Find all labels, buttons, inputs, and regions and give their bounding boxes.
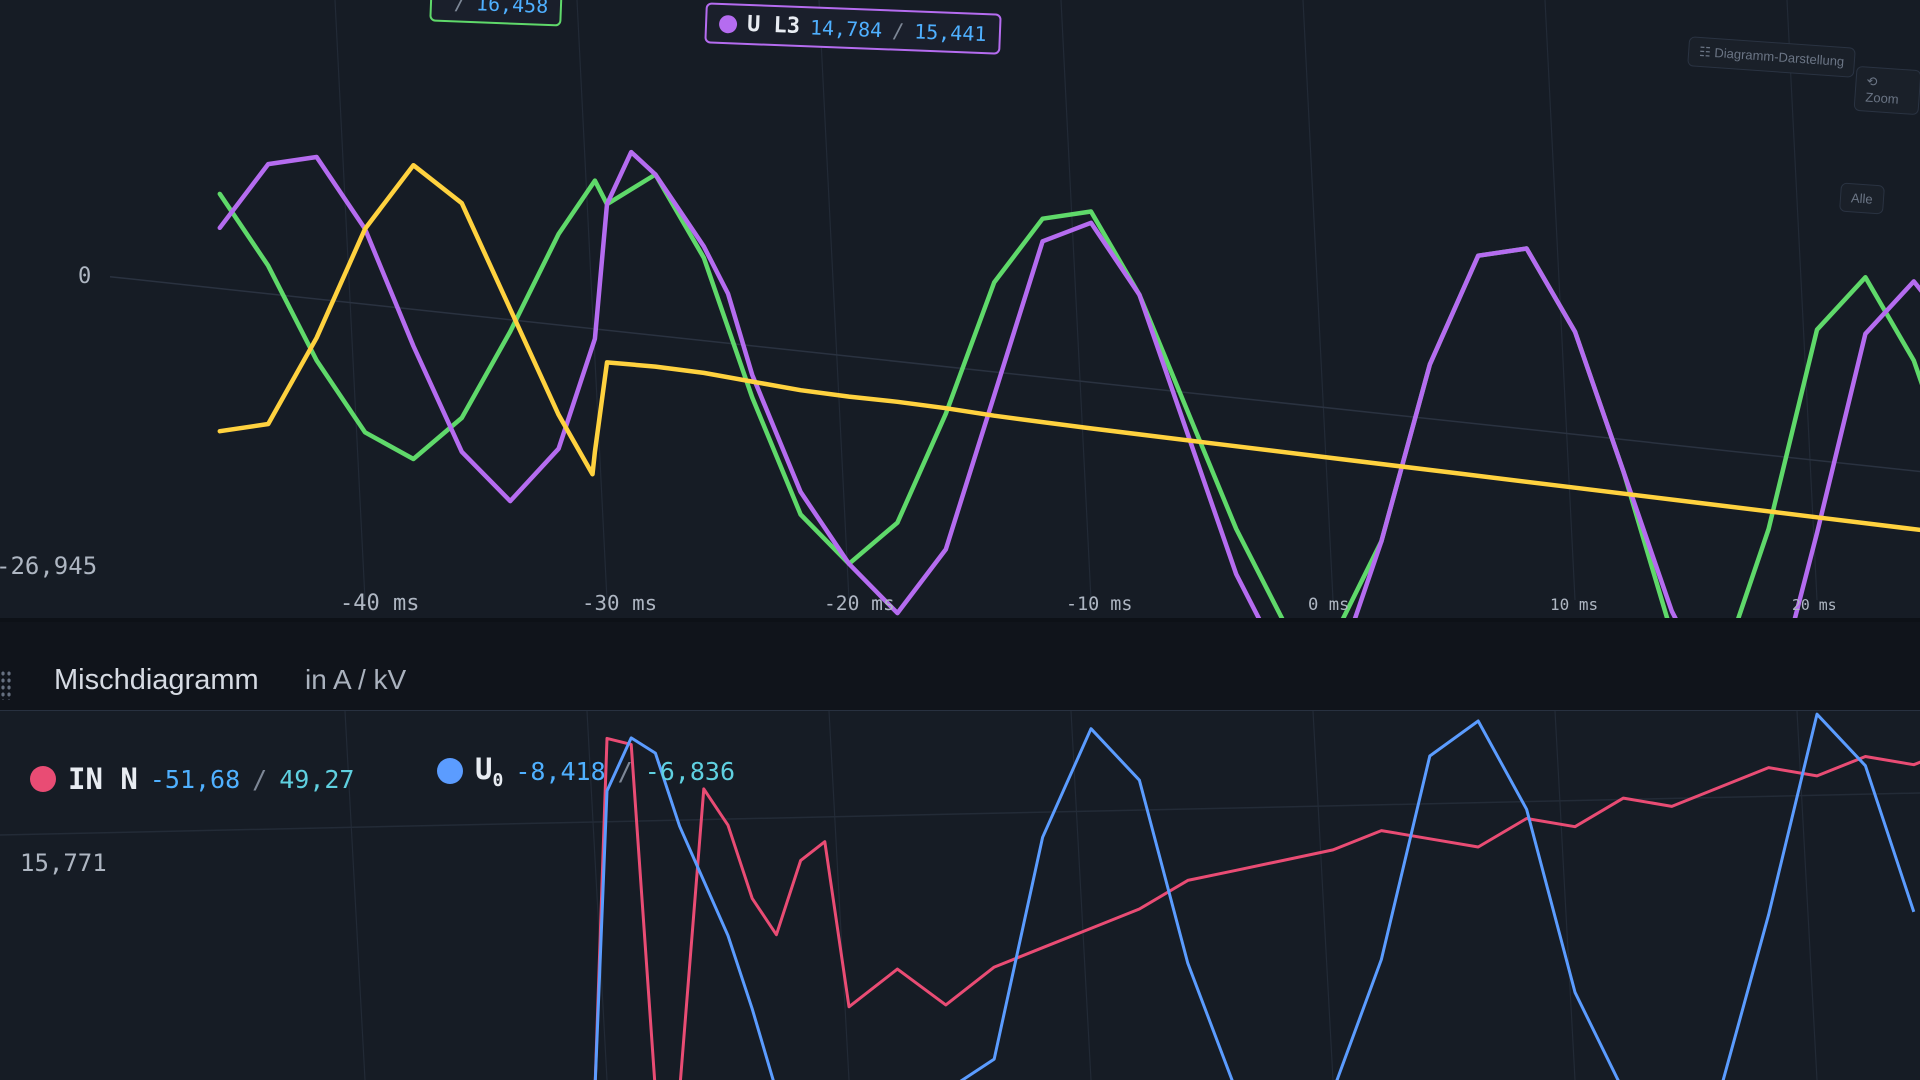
display-mode-icon: ☷ xyxy=(1698,43,1715,60)
legend-u0-min: -8,418 xyxy=(515,756,606,786)
v-grid-line xyxy=(1796,711,1818,1080)
series-line-in-n xyxy=(593,736,1920,1080)
x-tick-label: -20 ms xyxy=(824,592,895,615)
all-button[interactable]: Alle xyxy=(1839,182,1885,215)
x-tick-label: 10 ms xyxy=(1550,595,1598,614)
v-grid-line xyxy=(818,0,850,601)
zoom-button[interactable]: ⟲ Zoom xyxy=(1853,65,1920,116)
series-line-1 xyxy=(217,149,1920,618)
v-grid-line xyxy=(1786,0,1818,601)
x-tick-label: -40 ms xyxy=(340,591,419,616)
all-label: Alle xyxy=(1850,190,1874,207)
mixed-chart-title: Mischdiagramm xyxy=(54,664,259,696)
y-tick-label-min: -26,945 xyxy=(0,552,97,580)
legend-u0-letter: U xyxy=(475,752,493,786)
v-grid-line xyxy=(576,0,608,601)
voltage-chart-grid xyxy=(109,0,1920,601)
legend-u0[interactable]: U0 -8,418 / -6,836 xyxy=(437,752,735,791)
legend-in-n-sep: / xyxy=(252,764,268,794)
mixed-chart-unit: in A / kV xyxy=(305,664,407,695)
legend-u0-label: U0 xyxy=(475,752,503,791)
drag-handle-icon[interactable] xyxy=(0,670,12,700)
v-grid-line xyxy=(334,0,366,601)
v-grid-line xyxy=(1312,711,1334,1080)
x-tick-label: -30 ms xyxy=(582,591,657,615)
zoom-label: Zoom xyxy=(1864,89,1900,107)
x-tick-label: 20 ms xyxy=(1792,597,1837,614)
v-grid-line xyxy=(1554,711,1576,1080)
voltage-chart: -40 ms-30 ms-20 ms-10 ms0 ms10 ms20 ms30… xyxy=(0,0,1920,618)
v-grid-line xyxy=(1060,0,1092,601)
legend-green-max: 16,458 xyxy=(475,0,549,18)
x-tick-label: -10 ms xyxy=(1066,594,1132,615)
x-tick-label: 0 ms xyxy=(1308,595,1349,615)
y-tick-label-zero: 0 xyxy=(78,264,91,289)
legend-in-n-max: 49,27 xyxy=(279,764,355,794)
mixed-chart-series xyxy=(593,712,1920,1080)
zoom-icon: ⟲ xyxy=(1866,73,1879,90)
legend-in-n[interactable]: IN N -51,68 / 49,27 xyxy=(30,762,354,796)
legend-u-l3-min: 14,784 xyxy=(809,14,883,42)
legend-u-l3-sep: / xyxy=(891,18,905,43)
legend-green-sep: / xyxy=(453,0,467,15)
mixed-chart-header xyxy=(0,622,1920,711)
series-line-2 xyxy=(217,162,1920,533)
series-line-0 xyxy=(217,172,1920,618)
y-tick-label-max: 15,771 xyxy=(20,849,107,877)
voltage-chart-series xyxy=(217,149,1920,618)
legend-u-l3-label: U L3 xyxy=(746,11,801,39)
v-grid-line xyxy=(1544,0,1576,601)
legend-in-n-label: IN N xyxy=(68,762,138,796)
series-line-u0 xyxy=(593,712,1916,1080)
display-mode-label: Diagramm-Darstellung xyxy=(1713,45,1845,70)
v-grid-line xyxy=(1302,0,1334,601)
mixed-chart-axis-labels: 15,771 xyxy=(20,849,107,877)
legend-in-n-min: -51,68 xyxy=(149,764,241,794)
u-l3-color-dot xyxy=(718,14,738,34)
oscilloscope-view: -40 ms-30 ms-20 ms-10 ms0 ms10 ms20 ms30… xyxy=(0,0,1920,1080)
legend-u0-subscript: 0 xyxy=(492,769,504,791)
legend-u0-sep: / xyxy=(617,756,633,786)
legend-u-l3-max: 15,441 xyxy=(913,18,987,46)
legend-u0-max: -6,836 xyxy=(644,756,735,786)
u0-color-dot xyxy=(437,758,463,785)
in-n-color-dot xyxy=(30,766,56,792)
